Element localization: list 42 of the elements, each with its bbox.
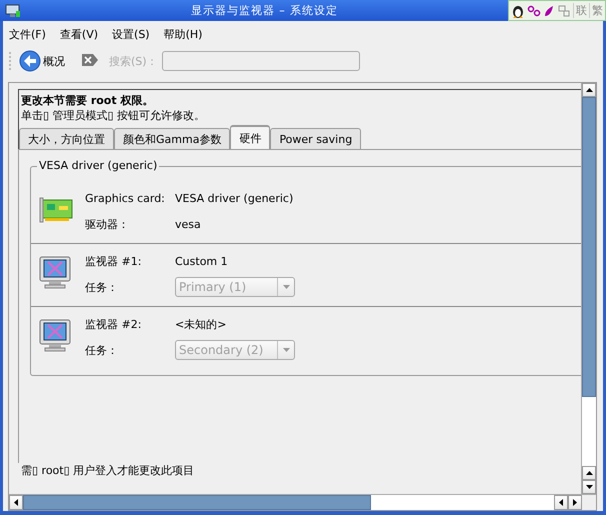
footer-note: 需▯ root▯ 用户登入才能更改此项目	[21, 463, 196, 479]
notice-title: 更改本节需要 root 权限。	[21, 93, 154, 108]
window-title: 显示器与监视器 – 系统设定	[190, 3, 340, 18]
up-arrow-icon[interactable]	[586, 88, 592, 92]
tab[interactable]: 颜色和Gamma参数	[114, 128, 230, 149]
monitor-icon	[39, 256, 71, 290]
field-label: 驱动器：	[85, 216, 130, 232]
up-arrow-icon[interactable]	[586, 471, 592, 475]
right-arrow-icon[interactable]	[573, 499, 577, 506]
menu-item[interactable]: 查看(V)	[60, 27, 98, 42]
clear-icon[interactable]	[81, 52, 99, 66]
mode-icon[interactable]	[527, 4, 541, 18]
group-title: VESA driver (generic)	[37, 159, 160, 172]
field-value: Custom 1	[175, 254, 229, 268]
menu-item[interactable]: 帮助(H)	[164, 27, 202, 42]
tab[interactable]: 硬件	[230, 125, 270, 149]
field-label: 监视器 #1:	[85, 254, 142, 268]
moon-icon[interactable]	[543, 4, 555, 18]
menu-item[interactable]: 文件(F)	[9, 27, 46, 42]
graphics-card-icon	[39, 196, 73, 222]
monitor-icon	[5, 4, 21, 18]
vertical-scrollbar[interactable]	[581, 83, 596, 494]
overview-button[interactable]: 概况	[17, 50, 71, 72]
left-arrow-icon[interactable]	[14, 499, 18, 506]
down-arrow-icon[interactable]	[586, 485, 592, 489]
field-label: 监视器 #2:	[85, 316, 142, 332]
field-label: 任务：	[85, 342, 119, 358]
field-value: <未知的>	[175, 316, 228, 332]
field-value: VESA driver (generic)	[175, 192, 294, 204]
tab[interactable]: 大小，方向位置	[19, 128, 114, 149]
field-value: vesa	[175, 218, 202, 230]
notice-text: 单击▯ 管理员模式▯ 按钮可允许修改。	[21, 108, 206, 123]
caret-icon	[282, 348, 290, 352]
field-label: Graphics card:	[85, 192, 166, 204]
left-arrow-icon[interactable]	[559, 499, 563, 506]
field-label: 任务：	[85, 280, 119, 294]
horizontal-scrollbar[interactable]	[9, 494, 596, 510]
menu-item[interactable]: 设置(S)	[112, 27, 150, 42]
search-label: 搜索(S)：	[109, 54, 158, 68]
tab[interactable]: Power saving	[270, 128, 362, 149]
caret-icon	[282, 285, 290, 289]
monitor-icon	[39, 318, 71, 352]
